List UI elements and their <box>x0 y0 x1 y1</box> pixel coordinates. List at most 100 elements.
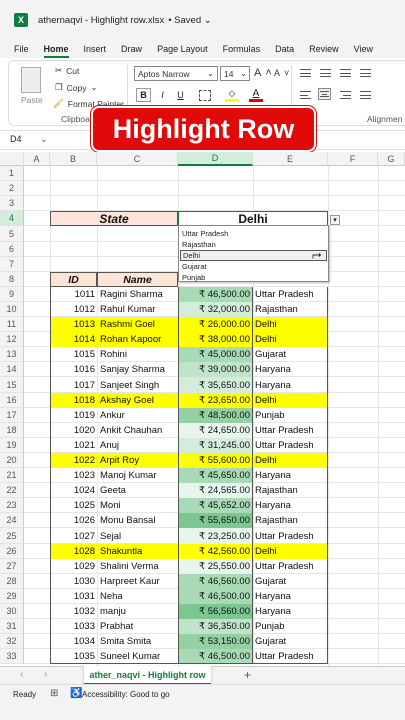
cell-state[interactable]: Uttar Pradesh <box>253 528 328 544</box>
cell-amount[interactable]: ₹ 46,500.00 <box>178 649 253 664</box>
align-bottom-icon[interactable] <box>339 67 352 79</box>
cell-name[interactable]: Ragini Sharma <box>97 287 178 302</box>
bold-button[interactable]: B <box>136 88 151 102</box>
cell-id[interactable]: 1025 <box>50 498 97 513</box>
cell-state[interactable]: Punjab <box>253 408 328 423</box>
cell-state[interactable]: Haryana <box>253 468 328 483</box>
cell-id[interactable]: 1033 <box>50 619 97 634</box>
cell-id[interactable]: 1028 <box>50 544 97 559</box>
cell-state[interactable]: Delhi <box>253 393 328 408</box>
cell-name[interactable]: Arpit Roy <box>97 453 178 468</box>
cell-amount[interactable]: ₹ 42,560.00 <box>178 544 253 559</box>
cell-id[interactable]: 1023 <box>50 468 97 483</box>
font-name-select[interactable]: Aptos Narrow ⌄ <box>134 66 218 81</box>
cell-name[interactable]: Shakuntla <box>97 544 178 559</box>
dropdown-option[interactable]: Rajasthan <box>180 239 327 250</box>
cell-id[interactable]: 1011 <box>50 287 97 302</box>
cell-amount[interactable]: ₹ 45,650.00 <box>178 468 253 483</box>
column-header-b[interactable]: B <box>50 152 97 166</box>
row-header[interactable]: 3 <box>0 196 24 211</box>
column-header-f[interactable]: F <box>328 152 378 166</box>
save-status[interactable]: • Saved ⌄ <box>168 15 212 26</box>
row-header[interactable]: 28 <box>0 574 24 589</box>
cell-id[interactable]: 1032 <box>50 604 97 619</box>
cell-id[interactable]: 1016 <box>50 362 97 377</box>
cell-state[interactable]: Gujarat <box>253 634 328 649</box>
cell-amount[interactable]: ₹ 46,500.00 <box>178 589 253 604</box>
cell-name[interactable]: Smita Smita <box>97 634 178 649</box>
cell-id[interactable]: 1035 <box>50 649 97 664</box>
cell-state[interactable]: Uttar Pradesh <box>253 438 328 453</box>
row-header[interactable]: 18 <box>0 423 24 438</box>
cell-name[interactable]: Geeta <box>97 483 178 498</box>
row-header[interactable]: 5 <box>0 226 24 242</box>
state-dropdown-cell[interactable]: Delhi <box>178 211 328 226</box>
cell-amount[interactable]: ₹ 45,000.00 <box>178 347 253 362</box>
cell-amount[interactable]: ₹ 38,000.00 <box>178 332 253 347</box>
cell-state[interactable]: Delhi <box>253 453 328 468</box>
fill-color-icon[interactable]: ◇ <box>225 88 239 102</box>
cell-state[interactable]: Uttar Pradesh <box>253 423 328 438</box>
cell-name[interactable]: Harpreet Kaur <box>97 574 178 589</box>
cell-amount[interactable]: ₹ 24,650.00 <box>178 423 253 438</box>
cell-state[interactable]: Punjab <box>253 619 328 634</box>
cell-amount[interactable]: ₹ 46,500.00 <box>178 287 253 302</box>
dropdown-arrow-icon[interactable]: ▾ <box>330 215 340 225</box>
row-header[interactable]: 8 <box>0 272 24 287</box>
paste-icon[interactable] <box>21 67 41 93</box>
column-header-a[interactable]: A <box>24 152 50 166</box>
row-header[interactable]: 4 <box>0 211 24 226</box>
ribbon-tab-draw[interactable]: Draw <box>121 44 142 54</box>
orientation-icon[interactable] <box>359 67 372 79</box>
row-header[interactable]: 1 <box>0 166 24 181</box>
cell-amount[interactable]: ₹ 56,560.00 <box>178 604 253 619</box>
cell-name[interactable]: Shalini Verma <box>97 559 178 574</box>
row-header[interactable]: 11 <box>0 317 24 332</box>
column-header-c[interactable]: C <box>97 152 178 166</box>
cell-name[interactable]: Prabhat <box>97 619 178 634</box>
column-header-d[interactable]: D <box>178 152 253 166</box>
row-header[interactable]: 7 <box>0 257 24 272</box>
accessibility-status[interactable]: Accessibility: Good to go <box>82 690 170 699</box>
row-header[interactable]: 13 <box>0 347 24 362</box>
cell-amount[interactable]: ₹ 35,650.00 <box>178 377 253 393</box>
row-header[interactable]: 20 <box>0 453 24 468</box>
cell-amount[interactable]: ₹ 55,600.00 <box>178 453 253 468</box>
font-size-select[interactable]: 14 ⌄ <box>220 66 250 81</box>
cell-name[interactable]: Akshay Goel <box>97 393 178 408</box>
cell-state[interactable]: Haryana <box>253 377 328 393</box>
cell-state[interactable]: Rajasthan <box>253 302 328 317</box>
cell-state[interactable]: Rajasthan <box>253 483 328 498</box>
cell-id[interactable]: 1027 <box>50 528 97 544</box>
cell-name[interactable]: Manoj Kumar <box>97 468 178 483</box>
cell-id[interactable]: 1029 <box>50 559 97 574</box>
font-color-button[interactable]: A <box>249 88 263 102</box>
italic-button[interactable]: I <box>155 88 170 102</box>
cell-id[interactable]: 1020 <box>50 423 97 438</box>
cell-id[interactable]: 1012 <box>50 302 97 317</box>
row-header[interactable]: 30 <box>0 604 24 619</box>
row-header[interactable]: 27 <box>0 559 24 574</box>
cell-id[interactable]: 1014 <box>50 332 97 347</box>
cell-state[interactable]: Delhi <box>253 317 328 332</box>
cell-name[interactable]: Sanjeet Singh <box>97 377 178 393</box>
cell-amount[interactable]: ₹ 23,650.00 <box>178 393 253 408</box>
cell-state[interactable]: Uttar Pradesh <box>253 649 328 664</box>
cell-amount[interactable]: ₹ 32,000.00 <box>178 302 253 317</box>
indent-icon[interactable] <box>359 89 372 101</box>
scroll-right-icon[interactable]: › <box>44 669 47 680</box>
ribbon-tab-view[interactable]: View <box>354 44 373 54</box>
cell-state[interactable]: Gujarat <box>253 347 328 362</box>
cell-name[interactable]: Rohini <box>97 347 178 362</box>
cell-id[interactable]: 1022 <box>50 453 97 468</box>
row-header[interactable]: 15 <box>0 377 24 393</box>
cell-id[interactable]: 1015 <box>50 347 97 362</box>
cut-button[interactable]: ✂ Cut <box>55 65 79 76</box>
cell-id[interactable]: 1034 <box>50 634 97 649</box>
select-all-corner[interactable] <box>0 152 24 166</box>
cell-amount[interactable]: ₹ 26,000.00 <box>178 317 253 332</box>
ribbon-tab-page-layout[interactable]: Page Layout <box>157 44 208 54</box>
row-header[interactable]: 12 <box>0 332 24 347</box>
ribbon-tab-review[interactable]: Review <box>309 44 339 54</box>
copy-button[interactable]: ❐ Copy ⌄ <box>55 82 98 93</box>
